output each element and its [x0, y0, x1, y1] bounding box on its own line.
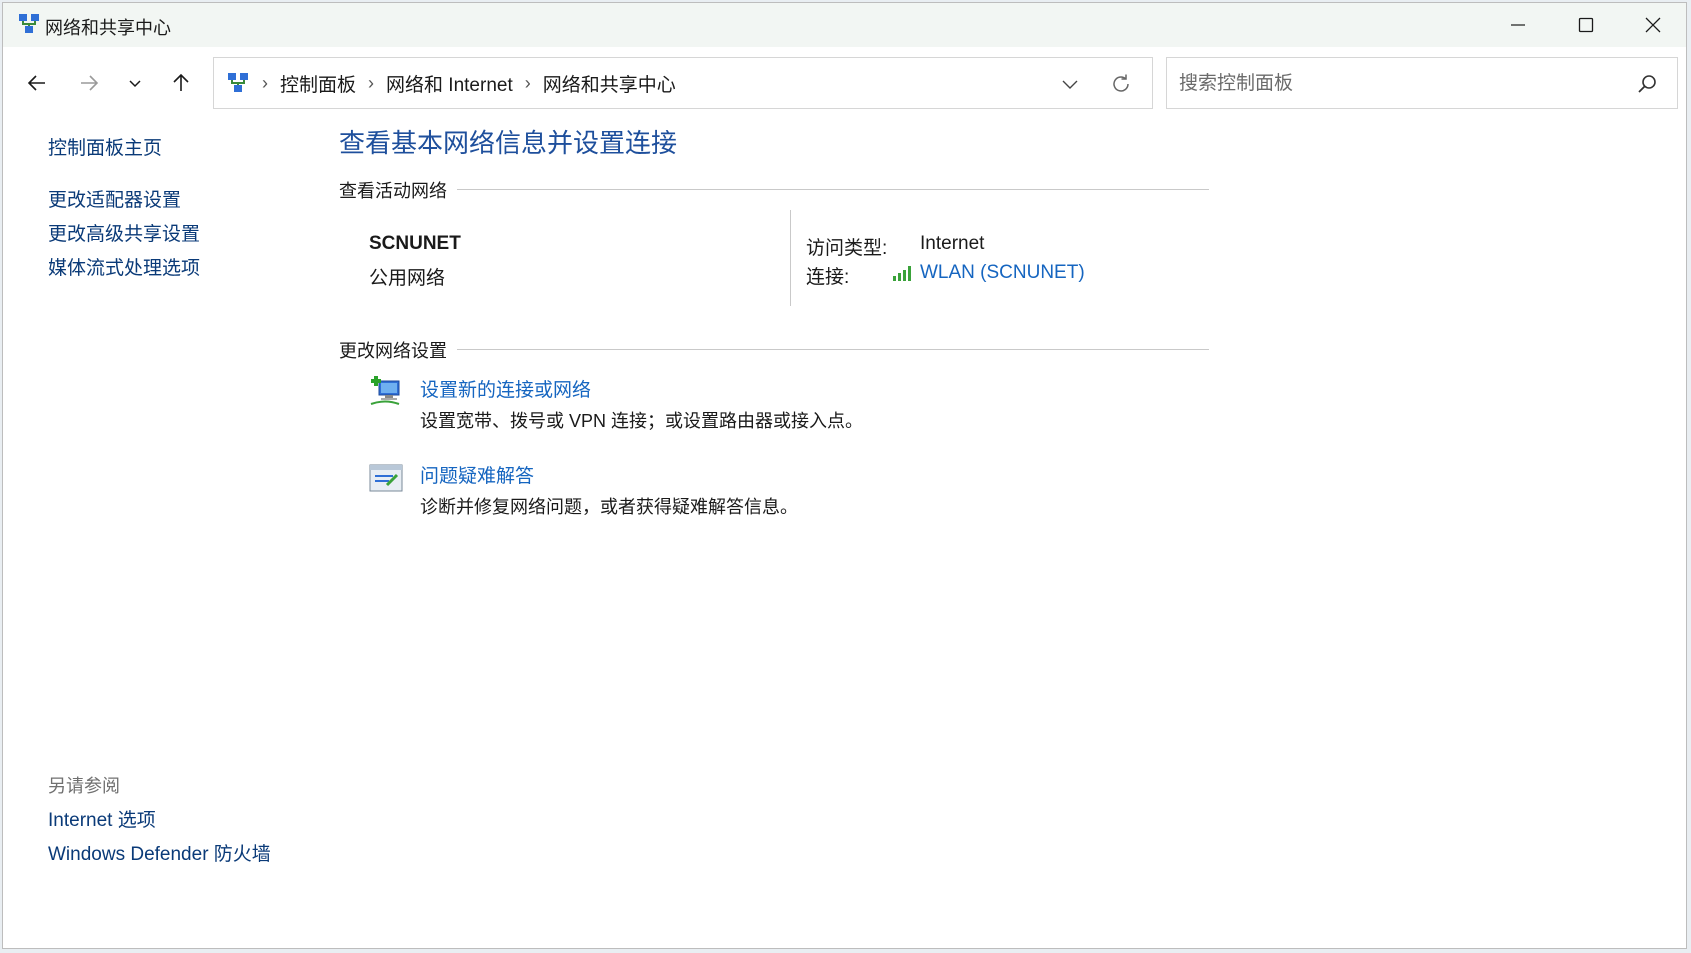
- section-divider: [339, 349, 1209, 350]
- chevron-down-icon: [1062, 80, 1078, 89]
- network-name: SCNUNET: [369, 233, 461, 254]
- network-center-icon: [19, 14, 39, 33]
- connection-label: 连接:: [806, 267, 850, 288]
- access-type-value: Internet: [920, 233, 985, 254]
- breadcrumb-separator-icon: ›: [368, 72, 375, 93]
- search-icon[interactable]: [1637, 73, 1659, 95]
- arrow-right-icon: [81, 75, 99, 91]
- see-also-defender-firewall[interactable]: Windows Defender 防火墙: [48, 839, 271, 866]
- network-category: 公用网络: [369, 268, 446, 289]
- arrow-up-icon: [173, 73, 189, 91]
- search-box: [1166, 57, 1678, 109]
- maximize-icon: [1578, 17, 1594, 33]
- sidebar-change-advanced-sharing[interactable]: 更改高级共享设置: [48, 219, 200, 246]
- access-type-label: 访问类型:: [806, 238, 888, 259]
- address-history-button[interactable]: [1058, 72, 1082, 96]
- recent-locations-button[interactable]: [117, 65, 153, 101]
- see-also-internet-options[interactable]: Internet 选项: [48, 805, 156, 832]
- sidebar-media-streaming-options[interactable]: 媒体流式处理选项: [48, 253, 200, 280]
- forward-button[interactable]: [71, 65, 107, 101]
- breadcrumb-separator-icon: ›: [524, 72, 531, 93]
- sidebar-control-panel-home[interactable]: 控制面板主页: [48, 133, 162, 160]
- troubleshoot-problems-link[interactable]: 问题疑难解答: [420, 461, 534, 488]
- refresh-icon: [1113, 74, 1129, 92]
- arrow-left-icon: [27, 75, 45, 91]
- breadcrumb-network-internet[interactable]: 网络和 Internet: [386, 70, 513, 97]
- minimize-icon: [1511, 24, 1525, 26]
- new-connection-icon: [370, 376, 400, 405]
- network-sharing-center-window: 网络和共享中心 › 控制面板 › 网络和 Internet › 网络和共享中心 …: [2, 2, 1687, 949]
- close-button[interactable]: [1618, 3, 1686, 47]
- breadcrumb-separator-icon: ›: [262, 72, 268, 93]
- minimize-button[interactable]: [1483, 3, 1553, 47]
- breadcrumb-control-panel[interactable]: 控制面板: [280, 70, 356, 97]
- maximize-button[interactable]: [1551, 3, 1621, 47]
- setup-new-connection-desc: 设置宽带、拨号或 VPN 连接；或设置路由器或接入点。: [420, 411, 864, 431]
- sidebar-change-adapter-settings[interactable]: 更改适配器设置: [48, 185, 181, 212]
- troubleshoot-icon: [369, 464, 403, 492]
- up-button[interactable]: [163, 65, 199, 101]
- refresh-button[interactable]: [1108, 71, 1134, 97]
- address-bar[interactable]: › 控制面板 › 网络和 Internet › 网络和共享中心: [213, 57, 1153, 109]
- see-also-heading: 另请参阅: [48, 776, 120, 796]
- control-panel-icon: [228, 73, 248, 92]
- network-info-divider: [790, 210, 791, 306]
- section-divider: [339, 189, 1209, 190]
- wifi-signal-icon: [893, 266, 911, 281]
- search-input[interactable]: [1177, 70, 1621, 98]
- back-button[interactable]: [19, 65, 55, 101]
- chevron-down-icon: [129, 80, 141, 88]
- wlan-connection-link[interactable]: WLAN (SCNUNET): [920, 262, 1085, 284]
- troubleshoot-problems-desc: 诊断并修复网络问题，或者获得疑难解答信息。: [420, 497, 798, 517]
- close-icon: [1645, 17, 1661, 33]
- change-settings-heading: 更改网络设置: [339, 337, 457, 363]
- page-title: 查看基本网络信息并设置连接: [339, 128, 678, 158]
- window-title: 网络和共享中心: [45, 18, 171, 38]
- active-networks-heading: 查看活动网络: [339, 177, 457, 203]
- title-bar: 网络和共享中心: [3, 3, 1686, 47]
- navigation-bar: › 控制面板 › 网络和 Internet › 网络和共享中心: [3, 47, 1686, 119]
- setup-new-connection-link[interactable]: 设置新的连接或网络: [420, 375, 591, 402]
- breadcrumb-network-sharing-center[interactable]: 网络和共享中心: [543, 70, 676, 97]
